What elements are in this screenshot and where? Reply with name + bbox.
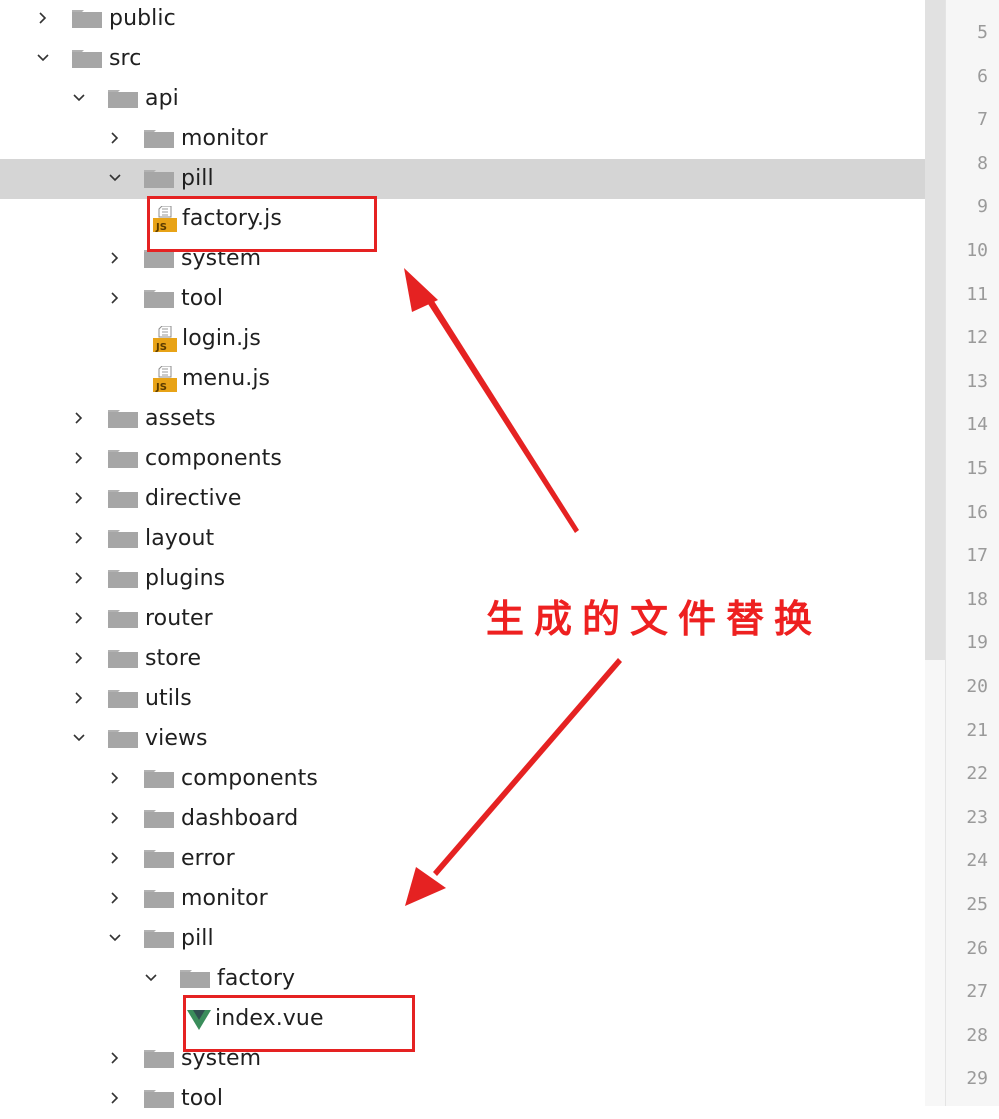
arrow-down-shaft [433,658,622,876]
arrows-overlay [404,268,622,906]
arrow-up-shaft [421,290,579,533]
annotation-text: 生成的文件替换 [486,596,823,641]
arrow-down-head [405,867,446,906]
